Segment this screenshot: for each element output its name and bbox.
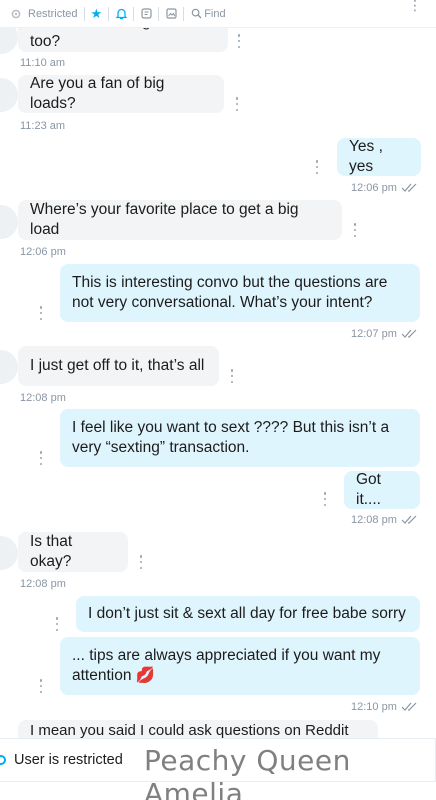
message-time: 12:08 pm	[351, 514, 419, 526]
restricted-icon	[0, 755, 6, 765]
incoming-message: Are you a fan of big loads?	[18, 75, 224, 113]
message-time: 12:06 pm	[351, 182, 419, 194]
restricted-label: Restricted	[28, 7, 78, 20]
message-text: Is that okay?	[30, 533, 73, 570]
message-text: Are you a fan of big loads?	[30, 75, 165, 112]
star-icon: ★	[90, 5, 103, 21]
message-options-icon[interactable]	[139, 555, 143, 569]
message-time: 11:23 am	[20, 120, 66, 132]
chat-toolbar: Restricted ★ Find ⋮	[0, 0, 436, 28]
message-text: Yes , yes	[349, 138, 383, 175]
message-text: Got it....	[356, 471, 381, 508]
message-time: 12:08 pm	[20, 392, 66, 404]
double-check-icon	[401, 183, 417, 192]
outgoing-message: Got it....	[344, 471, 420, 509]
message-text: I just get off to it, that’s all	[30, 357, 205, 374]
double-check-icon	[401, 702, 417, 711]
outgoing-message: I feel like you want to sext ???? But th…	[60, 409, 420, 467]
outgoing-message: ... tips are always appreciated if you w…	[60, 637, 420, 695]
message-time: 12:08 pm	[20, 578, 66, 590]
message-line: I feel like you want to sext ???? But th…	[72, 419, 390, 436]
incoming-message: Is that okay?	[18, 532, 128, 572]
message-line: very “sexting” transaction.	[72, 439, 250, 456]
message-options-icon[interactable]	[39, 451, 43, 465]
avatar[interactable]	[0, 536, 18, 570]
restricted-toggle[interactable]: Restricted	[4, 4, 84, 24]
message-list: Did he have a big load too? 11:10 am Are…	[0, 0, 436, 800]
message-options-icon[interactable]	[39, 306, 43, 320]
message-text: I don’t just sit & sext all day for free…	[88, 605, 406, 622]
avatar[interactable]	[0, 78, 18, 112]
message-time: 12:07 pm	[351, 328, 419, 340]
media-button[interactable]	[159, 4, 183, 24]
message-time: 11:10 am	[20, 57, 66, 69]
restriction-status: User is restricted	[14, 752, 123, 768]
bell-icon	[115, 8, 127, 20]
message-line: not very conversational. What’s your int…	[72, 294, 373, 311]
restricted-icon	[10, 8, 22, 20]
avatar[interactable]	[0, 205, 18, 239]
message-options-icon[interactable]	[323, 492, 327, 506]
double-check-icon	[401, 329, 417, 338]
message-options-icon[interactable]	[315, 160, 319, 174]
more-icon[interactable]: ⋮	[408, 0, 422, 12]
message-time: 12:10 pm	[351, 701, 419, 713]
message-line: This is interesting convo but the questi…	[72, 274, 388, 291]
outgoing-message: Yes , yes	[337, 138, 421, 176]
tip-icon	[140, 8, 152, 20]
message-text: Where’s your favorite place to get a big…	[30, 201, 299, 238]
message-line: ... tips are always appreciated if you w…	[72, 647, 381, 664]
outgoing-message: I don’t just sit & sext all day for free…	[76, 596, 420, 632]
media-icon	[165, 8, 177, 20]
message-options-icon[interactable]	[55, 617, 59, 631]
double-check-icon	[401, 515, 417, 524]
message-options-icon[interactable]	[39, 679, 43, 693]
message-text: I mean you said I could ask questions on…	[30, 722, 349, 739]
notifications-button[interactable]	[109, 4, 133, 24]
search-icon	[190, 8, 202, 20]
find-label: Find	[204, 7, 226, 20]
tip-button[interactable]	[134, 4, 158, 24]
message-options-icon[interactable]	[230, 369, 234, 383]
find-button[interactable]: Find	[184, 4, 231, 24]
message-options-icon[interactable]	[353, 223, 357, 237]
incoming-message: Where’s your favorite place to get a big…	[18, 200, 342, 240]
message-time: 12:06 pm	[20, 246, 66, 258]
avatar[interactable]	[0, 350, 18, 384]
message-options-icon[interactable]	[235, 97, 239, 111]
message-options-icon[interactable]	[237, 34, 241, 48]
incoming-message: I just get off to it, that’s all	[18, 346, 219, 386]
message-line: attention 💋	[72, 667, 156, 684]
incoming-message: I mean you said I could ask questions on…	[18, 720, 378, 740]
outgoing-message: This is interesting convo but the questi…	[60, 264, 420, 322]
favorite-button[interactable]: ★	[85, 4, 109, 24]
watermark: Peachy Queen Amelia	[144, 744, 351, 800]
